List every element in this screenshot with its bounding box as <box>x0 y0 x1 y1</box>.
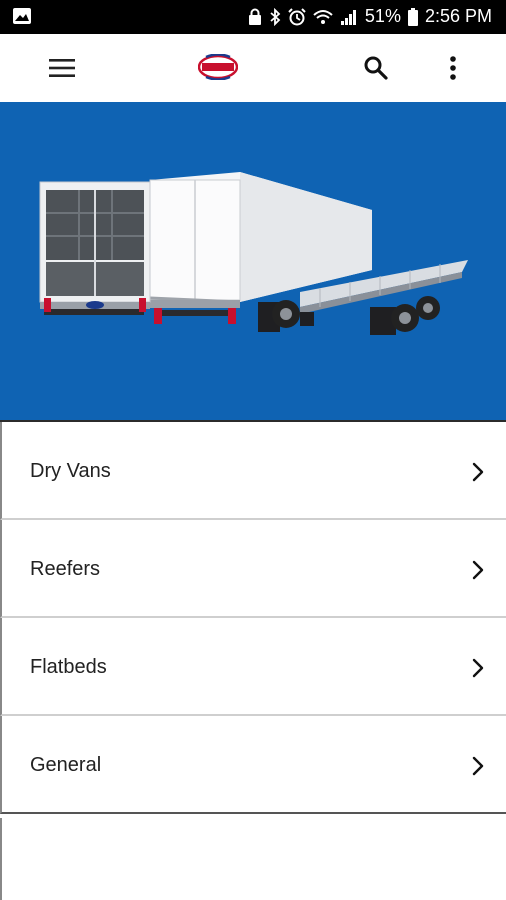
trailer-lineup-image <box>39 172 468 335</box>
battery-percent: 51% <box>364 6 401 26</box>
overflow-menu-button[interactable] <box>443 52 463 84</box>
brand-logo[interactable] <box>197 53 239 81</box>
app-bar <box>0 34 506 103</box>
list-item-label: Reefers <box>30 558 101 580</box>
notification-area <box>12 7 32 25</box>
list-item-reefers[interactable]: Reefers <box>0 520 506 618</box>
chevron-right-icon <box>472 756 484 776</box>
list-item-label: General <box>30 754 102 776</box>
battery-icon <box>407 7 418 26</box>
chevron-right-icon <box>472 462 484 482</box>
lock-icon <box>248 8 261 25</box>
category-list: Dry Vans Reefers Flatbeds General <box>0 420 506 814</box>
image-icon <box>13 8 31 24</box>
wifi-icon <box>313 9 333 24</box>
list-item-label: Flatbeds <box>30 656 107 678</box>
brand-logo-icon <box>197 53 239 81</box>
clock: 2:56 PM <box>424 6 492 26</box>
chevron-right-icon <box>472 560 484 580</box>
menu-button[interactable] <box>48 56 76 80</box>
hero-banner <box>0 102 506 420</box>
search-button[interactable] <box>362 54 390 82</box>
list-item-flatbeds[interactable]: Flatbeds <box>0 618 506 716</box>
list-item-general[interactable]: General <box>0 716 506 814</box>
search-icon <box>364 56 388 80</box>
status-bar: 51% 2:56 PM <box>0 0 506 34</box>
menu-icon <box>49 59 75 77</box>
chevron-right-icon <box>472 658 484 678</box>
list-item-dry-vans[interactable]: Dry Vans <box>0 422 506 520</box>
bluetooth-icon <box>270 7 281 26</box>
list-item-label: Dry Vans <box>30 460 111 482</box>
empty-list-area <box>0 818 506 900</box>
more-vert-icon <box>450 56 456 80</box>
alarm-icon <box>288 7 306 25</box>
signal-icon <box>340 9 356 25</box>
system-icons: 51% 2:56 PM <box>248 6 492 27</box>
